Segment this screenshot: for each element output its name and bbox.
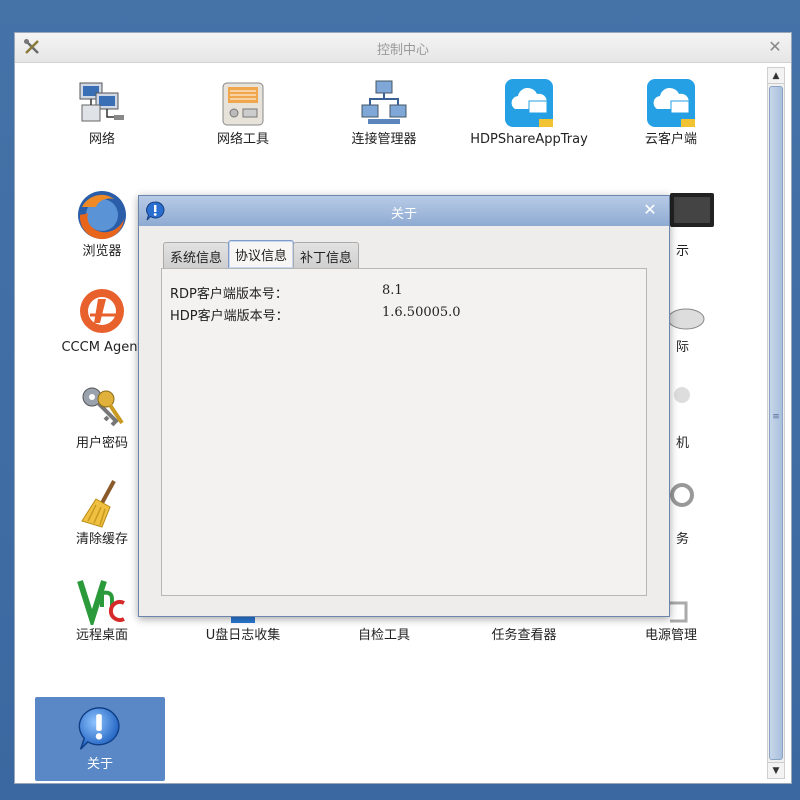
window-close-button[interactable]: ✕ bbox=[765, 37, 785, 57]
scroll-up-button[interactable]: ▲ bbox=[768, 68, 784, 84]
rdp-version-label: RDP客户端版本号： bbox=[170, 287, 288, 302]
launcher-label: 际 bbox=[676, 340, 690, 355]
cccm-icon bbox=[80, 289, 124, 333]
cloud-app-icon bbox=[505, 79, 553, 127]
launcher-about[interactable]: 关于 bbox=[35, 697, 165, 781]
launcher-cloud-client[interactable]: 云客户端 bbox=[606, 77, 736, 163]
window-titlebar[interactable]: 控制中心 ✕ bbox=[15, 33, 791, 63]
dialog-title: 关于 bbox=[390, 207, 417, 222]
scroll-down-button[interactable]: ▼ bbox=[768, 762, 784, 778]
machine-icon bbox=[674, 387, 690, 403]
launcher-connection-manager[interactable]: 连接管理器 bbox=[319, 77, 449, 163]
launcher-label: HDPShareAppTray bbox=[470, 132, 588, 147]
keys-icon bbox=[82, 387, 124, 427]
cloud-client-icon bbox=[647, 79, 695, 127]
window-title: 控制中心 bbox=[376, 43, 429, 58]
dialog-close-button[interactable]: ✕ bbox=[641, 201, 659, 219]
launcher-label: U盘日志收集 bbox=[205, 628, 281, 643]
network-tools-icon bbox=[222, 82, 264, 126]
launcher-label: 电源管理 bbox=[644, 628, 697, 643]
launcher-network[interactable]: 网络 bbox=[37, 77, 167, 163]
hdp-version-value: 1.6.50005.0 bbox=[382, 305, 461, 320]
scroll-thumb[interactable]: ≡ bbox=[769, 86, 783, 760]
network-icon bbox=[79, 82, 124, 122]
tab-protocol-info[interactable]: 协议信息 bbox=[228, 240, 295, 268]
gear-icon bbox=[670, 483, 694, 507]
launcher-label: 机 bbox=[676, 436, 690, 451]
launcher-label: 云客户端 bbox=[644, 132, 697, 147]
launcher-label: 网络工具 bbox=[216, 132, 269, 147]
launcher-hdp-share[interactable]: HDPShareAppTray bbox=[459, 77, 599, 163]
launcher-label: 远程桌面 bbox=[75, 628, 128, 643]
launcher-label: 网络 bbox=[88, 132, 115, 147]
tab-system-info[interactable]: 系统信息 bbox=[163, 242, 230, 268]
dialog-titlebar[interactable]: 关于 ✕ bbox=[139, 196, 669, 226]
monitor-icon bbox=[670, 193, 714, 227]
grip-icon: ≡ bbox=[772, 412, 780, 422]
broom-icon bbox=[81, 480, 116, 528]
launcher-label: 连接管理器 bbox=[351, 132, 417, 147]
about-dialog: 关于 ✕ 系统信息 协议信息 补丁信息 RDP客户端版本号： 8.1 HDP客户… bbox=[138, 195, 670, 617]
hdp-version-row: HDP客户端版本号： bbox=[170, 305, 289, 324]
protocol-info-panel: RDP客户端版本号： 8.1 HDP客户端版本号： 1.6.50005.0 bbox=[161, 268, 647, 596]
tab-patch-info[interactable]: 补丁信息 bbox=[293, 242, 360, 268]
vertical-scrollbar[interactable]: ▲ ≡ ▼ bbox=[767, 67, 785, 779]
rdp-version-value: 8.1 bbox=[382, 283, 403, 298]
launcher-label: 关于 bbox=[86, 757, 113, 772]
firefox-icon bbox=[78, 191, 126, 240]
launcher-label: 任务查看器 bbox=[491, 628, 557, 643]
vnc-icon bbox=[77, 580, 125, 625]
launcher-label: 务 bbox=[676, 532, 690, 547]
launcher-label: 自检工具 bbox=[357, 628, 410, 643]
hdp-version-label: HDP客户端版本号： bbox=[170, 309, 289, 324]
rdp-version-row: RDP客户端版本号： bbox=[170, 283, 288, 302]
disc-icon bbox=[667, 308, 705, 330]
launcher-label: 示 bbox=[676, 244, 690, 259]
dialog-tabs: 系统信息 协议信息 补丁信息 bbox=[163, 240, 360, 268]
connection-manager-icon bbox=[361, 80, 407, 124]
power-icon bbox=[670, 601, 688, 623]
info-icon bbox=[78, 707, 120, 750]
launcher-network-tools[interactable]: 网络工具 bbox=[178, 77, 308, 163]
